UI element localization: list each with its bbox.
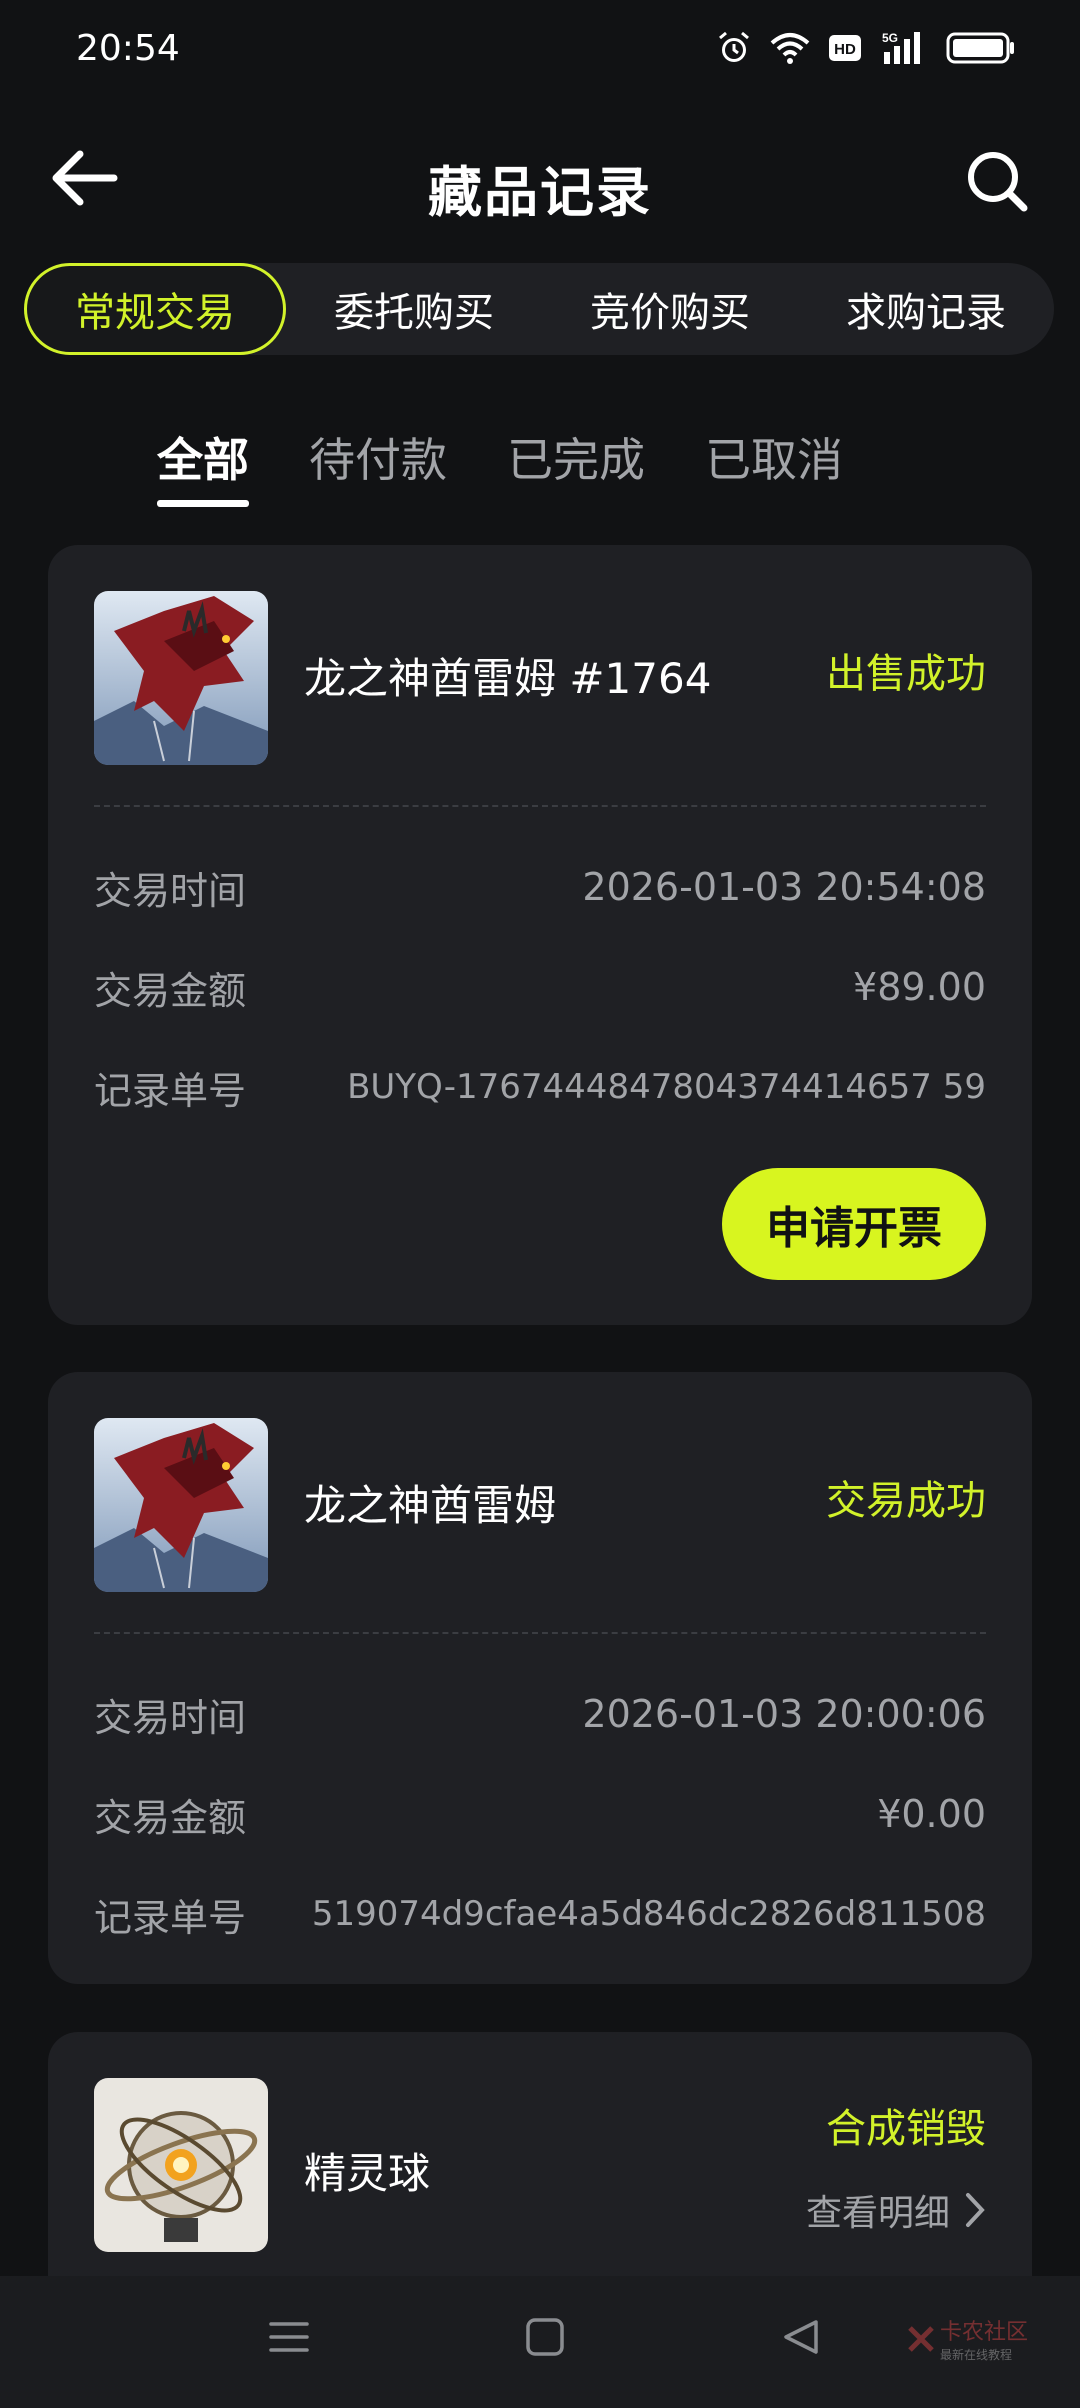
home-icon	[526, 2318, 564, 2356]
row-label: 交易时间	[94, 868, 247, 913]
card-header: 龙之神酋雷姆 交易成功	[48, 1372, 1032, 1634]
record-details: 交易时间 2026-01-03 20:54:08 交易金额 ¥89.00 记录单…	[48, 807, 1032, 1137]
row-value: 2026-01-03 20:00:06	[582, 1692, 986, 1736]
page-title: 藏品记录	[428, 161, 652, 224]
record-details: 交易时间 2026-01-03 20:00:06 交易金额 ¥0.00 记录单号…	[48, 1634, 1032, 1964]
watermark: 卡农社区 最新在线教程	[906, 2314, 1028, 2363]
item-name: 龙之神酋雷姆 #1764	[304, 654, 712, 703]
status-badge: 出售成功	[826, 651, 986, 697]
menu-button[interactable]	[268, 2316, 310, 2362]
watermark-text: 卡农社区	[940, 2320, 1029, 2345]
row-trade-amount: 交易金额 ¥0.00	[94, 1764, 986, 1864]
status-badge: 交易成功	[826, 1478, 986, 1524]
status-bar: 20:54 HD 5G	[0, 0, 1080, 96]
battery-icon	[946, 32, 1014, 64]
system-nav-bar: 卡农社区 最新在线教程	[0, 2276, 1080, 2408]
item-name: 精灵球	[304, 2149, 431, 2198]
sub-tabs: 全部 待付款 已完成 已取消	[0, 425, 1080, 515]
view-details-link[interactable]: 查看明细	[806, 2184, 986, 2236]
tab-wanted-records[interactable]: 求购记录	[798, 263, 1054, 355]
status-time: 20:54	[76, 27, 180, 69]
alarm-icon	[719, 31, 749, 62]
row-label: 记录单号	[94, 1068, 247, 1113]
row-label: 交易时间	[94, 1695, 247, 1740]
row-label: 交易金额	[94, 1795, 247, 1840]
detail-link-label: 查看明细	[805, 2193, 950, 2234]
divider	[94, 1632, 986, 1634]
item-name: 龙之神酋雷姆	[304, 1481, 557, 1530]
row-trade-time: 交易时间 2026-01-03 20:54:08	[94, 837, 986, 937]
status-badge: 合成销毁	[826, 2106, 986, 2152]
header: 藏品记录	[0, 118, 1080, 238]
row-record-number: 记录单号 519074d9cfae4a5d846dc2826d811508	[94, 1864, 986, 1964]
search-icon	[968, 152, 1028, 212]
sub-tab-pending-payment[interactable]: 待付款	[309, 425, 447, 515]
back-triangle-icon	[784, 2320, 818, 2354]
dragon-image	[94, 591, 268, 765]
watermark-subtext: 最新在线教程	[940, 2348, 1013, 2362]
menu-icon	[269, 2322, 309, 2352]
sub-tab-all[interactable]: 全部	[157, 425, 249, 515]
tab-entrusted-purchase[interactable]: 委托购买	[286, 263, 542, 355]
card-header: 精灵球 合成销毁 查看明细	[48, 2032, 1032, 2294]
record-card[interactable]: 龙之神酋雷姆 交易成功 交易时间 2026-01-03 20:00:06 交易金…	[48, 1372, 1032, 1984]
row-value: ¥89.00	[853, 965, 986, 1009]
top-tabs: 常规交易 委托购买 竞价购买 求购记录	[24, 263, 1054, 355]
sub-tab-completed[interactable]: 已完成	[507, 425, 645, 515]
dragon-image	[94, 1418, 268, 1592]
card-header: 龙之神酋雷姆 #1764 出售成功	[48, 545, 1032, 807]
row-record-number: 记录单号 BUYQ-1767444847804374414657 59	[94, 1037, 986, 1137]
signal-5g-icon: 5G	[882, 31, 920, 64]
home-button[interactable]	[524, 2316, 566, 2362]
row-trade-amount: 交易金额 ¥89.00	[94, 937, 986, 1037]
row-value: ¥0.00	[877, 1792, 986, 1836]
tab-bid-purchase[interactable]: 竞价购买	[542, 263, 798, 355]
row-label: 记录单号	[94, 1895, 247, 1940]
sub-tab-cancelled[interactable]: 已取消	[705, 425, 843, 515]
tab-regular-trade[interactable]: 常规交易	[24, 263, 286, 355]
nav-back-button[interactable]	[780, 2316, 822, 2362]
orb-image	[94, 2078, 268, 2252]
row-trade-time: 交易时间 2026-01-03 20:00:06	[94, 1664, 986, 1764]
row-value: BUYQ-1767444847804374414657 59	[347, 1067, 986, 1107]
wifi-icon	[770, 33, 810, 64]
hd-icon: HD	[829, 35, 861, 61]
search-button[interactable]	[964, 148, 1030, 214]
watermark-text-group: 卡农社区 最新在线教程	[940, 2314, 1028, 2363]
svg-text:HD: HD	[834, 41, 856, 58]
chevron-right-icon	[966, 2193, 985, 2227]
apply-invoice-button[interactable]: 申请开票	[722, 1168, 986, 1280]
row-label: 交易金额	[94, 968, 247, 1013]
record-card[interactable]: 龙之神酋雷姆 #1764 出售成功 交易时间 2026-01-03 20:54:…	[48, 545, 1032, 1325]
row-value: 519074d9cfae4a5d846dc2826d811508	[311, 1894, 986, 1934]
row-value: 2026-01-03 20:54:08	[582, 865, 986, 909]
watermark-logo-icon	[908, 2325, 934, 2352]
svg-text:5G: 5G	[882, 31, 898, 45]
divider	[94, 805, 986, 807]
status-icons: HD 5G	[716, 30, 1016, 66]
